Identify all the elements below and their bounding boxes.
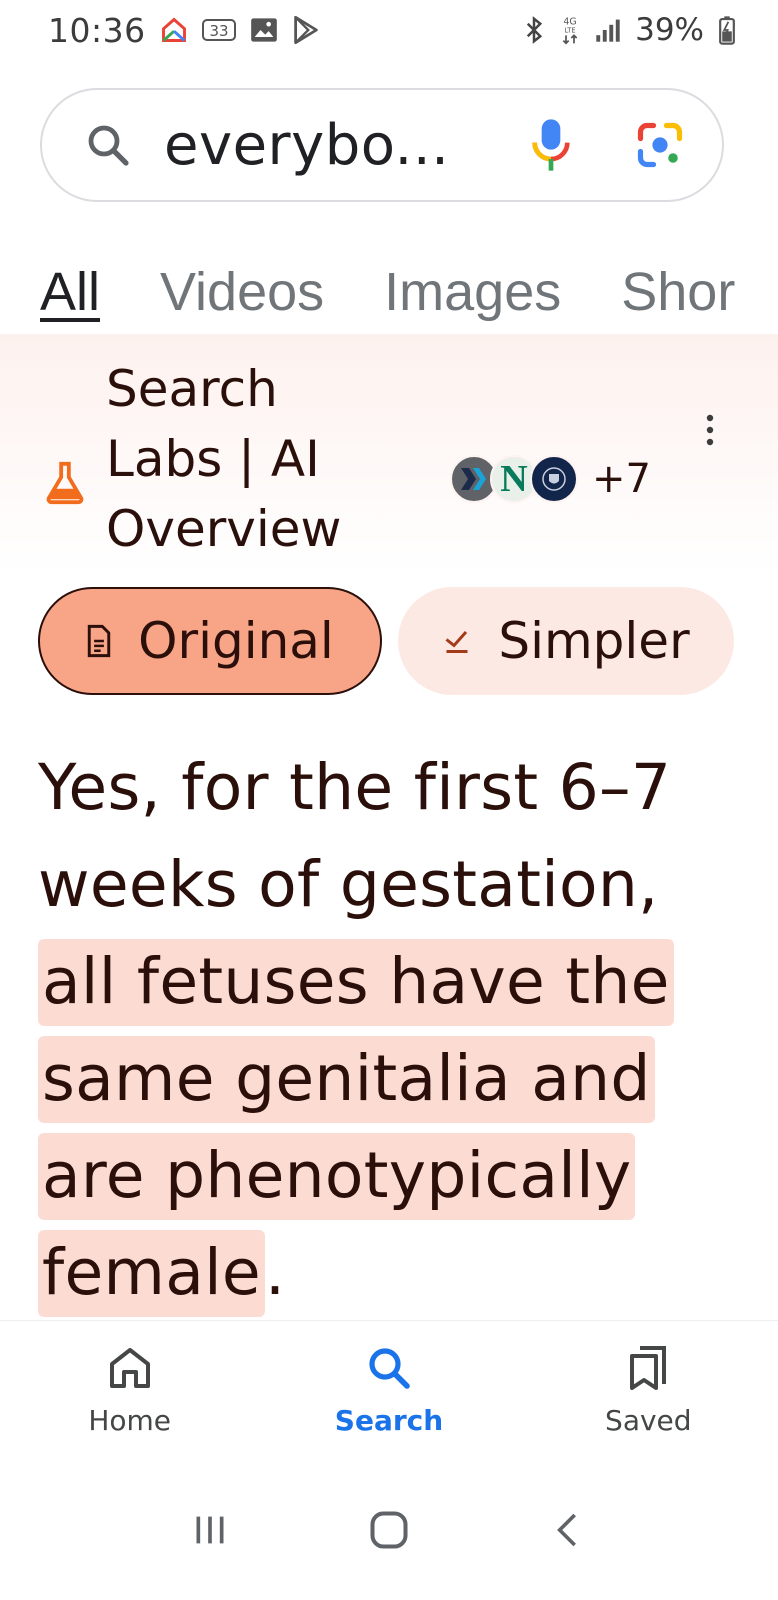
nav-saved[interactable]: Saved	[548, 1344, 748, 1437]
simpler-button[interactable]: Simpler	[398, 587, 734, 695]
search-input[interactable]: everybo...	[164, 113, 526, 178]
battery-charging-icon	[718, 15, 736, 45]
google-home-icon	[160, 16, 188, 44]
ai-overview-header: Search Labs | AI Overview N +7	[0, 354, 778, 564]
answer-highlight[interactable]: all fetuses have the same genitalia and …	[38, 939, 674, 1220]
ai-overview-panel: Search Labs | AI Overview N +7 Original …	[0, 334, 778, 1320]
bluetooth-icon	[523, 15, 545, 45]
nav-saved-label: Saved	[605, 1404, 692, 1437]
status-left: 10:36 33	[48, 11, 320, 50]
search-icon	[84, 121, 132, 169]
nav-home[interactable]: Home	[30, 1344, 230, 1437]
simpler-button-label: Simpler	[498, 612, 690, 670]
source-avatar-icon	[530, 455, 578, 503]
source-count: +7	[592, 456, 651, 502]
search-box[interactable]: everybo...	[40, 88, 724, 202]
checkmark-icon	[445, 631, 468, 653]
original-button-label: Original	[138, 612, 334, 670]
more-options-icon[interactable]	[700, 410, 720, 450]
ai-overview-answer: Yes, for the first 6–7 weeks of gestatio…	[38, 739, 738, 1320]
answer-plain-text: Yes, for the first 6–7 weeks of gestatio…	[38, 751, 672, 921]
system-nav-bar	[0, 1460, 778, 1600]
notification-count-text: 33	[209, 22, 228, 40]
google-lens-icon[interactable]	[634, 119, 686, 171]
ai-overview-title: Search Labs | AI Overview	[106, 360, 342, 558]
notification-count-icon: 33	[201, 17, 236, 43]
answer-highlight-female[interactable]: female	[38, 1230, 265, 1317]
play-store-icon	[292, 15, 320, 45]
status-right: 4G LTE 39%	[523, 12, 736, 48]
voice-search-icon[interactable]	[526, 117, 576, 173]
nav-home-label: Home	[88, 1404, 171, 1437]
ai-overview-toggle: Original Simpler	[38, 587, 734, 695]
battery-percent: 39%	[635, 12, 704, 48]
home-button-icon[interactable]	[359, 1500, 419, 1560]
nav-search[interactable]: Search	[289, 1344, 489, 1437]
bottom-nav: Home Search Saved	[0, 1320, 778, 1460]
tab-images[interactable]: Images	[384, 252, 561, 332]
original-button[interactable]: Original	[38, 587, 382, 695]
source-avatars[interactable]: N +7	[450, 454, 651, 504]
answer-end: .	[264, 1236, 286, 1309]
search-labs-flask-icon	[42, 460, 88, 506]
back-icon[interactable]	[538, 1500, 598, 1560]
document-icon	[87, 624, 111, 658]
status-time: 10:36	[48, 10, 146, 50]
home-icon	[109, 1348, 150, 1388]
tab-shorts[interactable]: Shor	[621, 252, 735, 332]
saved-bookmarks-icon	[630, 1346, 667, 1390]
signal-icon	[595, 17, 621, 43]
search-icon	[369, 1348, 410, 1389]
tab-videos[interactable]: Videos	[160, 252, 324, 332]
status-bar: 10:36 33 4G LTE 39%	[0, 0, 778, 60]
svg-text:LTE: LTE	[565, 27, 576, 35]
nav-search-label: Search	[334, 1404, 444, 1437]
search-tabs: All Videos Images Shor	[0, 252, 778, 334]
tab-all[interactable]: All	[40, 252, 100, 332]
4g-lte-icon: 4G LTE	[559, 14, 581, 46]
gallery-icon	[250, 17, 278, 43]
recent-apps-icon[interactable]	[180, 1500, 240, 1560]
